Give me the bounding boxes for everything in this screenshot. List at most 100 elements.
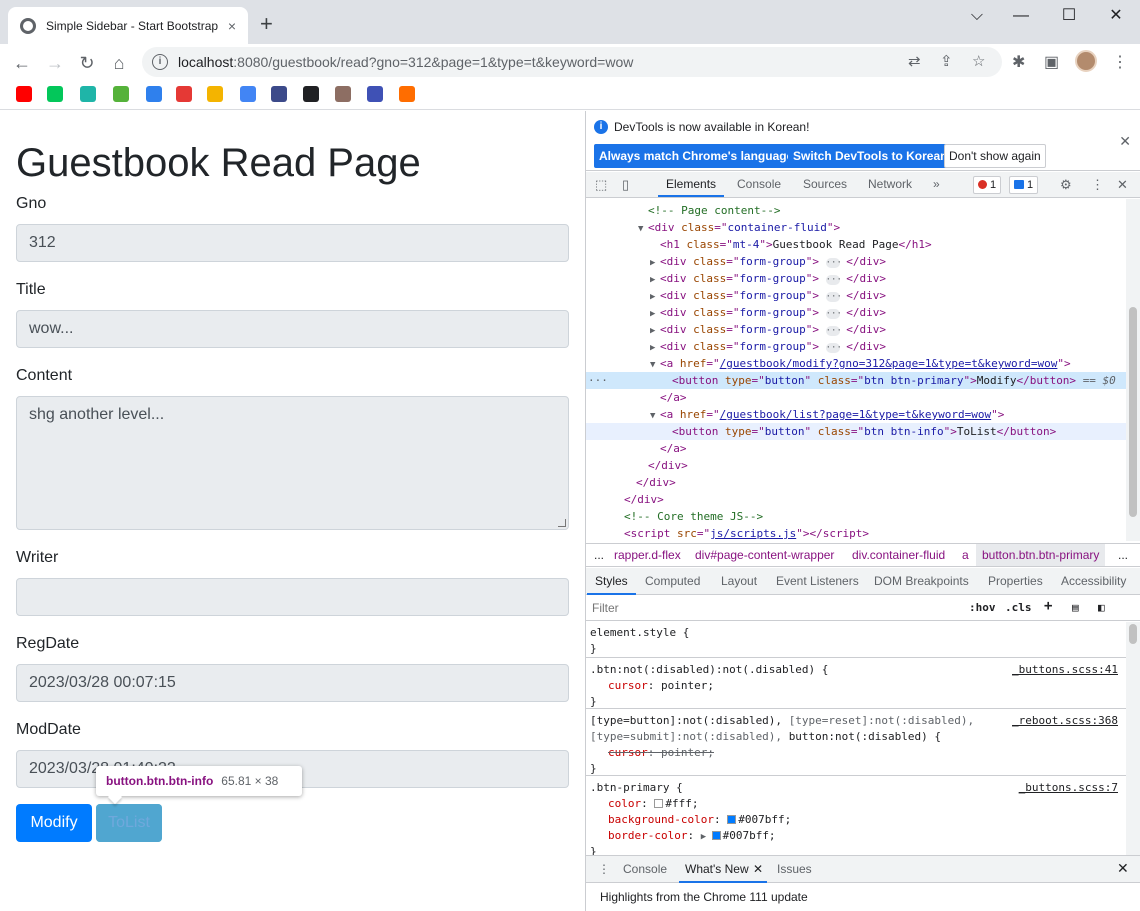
property-name[interactable]: background-color xyxy=(608,813,714,826)
dont-show-again-button[interactable]: Don't show again xyxy=(944,144,1046,168)
devtools-close-icon[interactable]: ✕ xyxy=(1117,177,1128,193)
styles-filter-input[interactable] xyxy=(588,598,958,618)
dom-node[interactable]: <script src="js/scripts.js"></script> xyxy=(586,525,1126,541)
property-name[interactable]: cursor xyxy=(608,679,648,692)
dom-node[interactable]: </div> xyxy=(586,457,1126,474)
tab-network[interactable]: Network xyxy=(868,177,912,191)
regdate-field[interactable]: 2023/03/28 00:07:15 xyxy=(16,664,569,702)
tab-layout[interactable]: Layout xyxy=(721,574,757,588)
property-value[interactable]: #007bff; xyxy=(738,813,791,826)
maximize-button[interactable]: ☐ xyxy=(1046,4,1092,28)
settings-gear-icon[interactable]: ⚙ xyxy=(1060,177,1072,193)
modify-button[interactable]: Modify xyxy=(16,804,92,842)
dom-node[interactable]: ▼ <div class="container-fluid"> xyxy=(586,219,1126,236)
drawer-close-icon[interactable]: ✕ xyxy=(1117,860,1129,877)
new-rule-icon[interactable]: + xyxy=(1044,598,1052,614)
message-badge[interactable]: 1 xyxy=(1009,176,1039,194)
dom-node[interactable]: </div> xyxy=(586,474,1126,491)
drawer-tab-whats-new[interactable]: What's New xyxy=(679,862,767,883)
class-toggle[interactable]: .cls xyxy=(1005,601,1032,614)
profile-avatar[interactable] xyxy=(1075,50,1097,72)
back-button[interactable]: ← xyxy=(10,51,34,75)
address-bar[interactable]: i localhost:8080/guestbook/read?gno=312&… xyxy=(142,47,1002,77)
dom-node-selected[interactable]: ··· <button type="button" class="btn btn-… xyxy=(586,372,1126,389)
match-language-button[interactable]: Always match Chrome's language xyxy=(594,144,799,168)
gno-field[interactable]: 312 xyxy=(16,224,569,262)
property-value[interactable]: #fff; xyxy=(665,797,698,810)
bookmark-favicon-icon[interactable] xyxy=(80,86,96,102)
property-name[interactable]: cursor xyxy=(608,746,648,759)
property-value[interactable]: pointer; xyxy=(661,746,714,759)
breadcrumb-more[interactable]: ... xyxy=(594,544,604,566)
dom-node[interactable]: ▶ <div class="form-group"> ··· </div> xyxy=(586,253,1126,270)
color-swatch[interactable] xyxy=(727,815,737,824)
menu-icon[interactable]: ⋮ xyxy=(1112,52,1128,72)
reload-button[interactable]: ↻ xyxy=(75,51,99,75)
tab-styles[interactable]: Styles xyxy=(587,574,636,595)
dom-node[interactable]: ▶ <div class="form-group"> ··· </div> xyxy=(586,321,1126,338)
tab-accessibility[interactable]: Accessibility xyxy=(1061,574,1126,588)
style-rule[interactable]: .btn:not(:disabled):not(.disabled) {_but… xyxy=(586,659,1126,709)
bookmark-favicon-icon[interactable] xyxy=(113,86,129,102)
property-value[interactable]: pointer; xyxy=(661,679,714,692)
site-info-icon[interactable]: i xyxy=(152,54,168,70)
banner-close-icon[interactable]: ✕ xyxy=(1119,133,1131,150)
bookmark-favicon-icon[interactable] xyxy=(207,86,223,102)
dom-node[interactable]: ▶ <div class="form-group"> ··· </div> xyxy=(586,338,1126,355)
forward-button[interactable]: → xyxy=(43,51,67,75)
bookmark-favicon-icon[interactable] xyxy=(146,86,162,102)
property-value[interactable]: #007bff; xyxy=(723,829,776,842)
inspect-element-icon[interactable]: ⬚ xyxy=(595,177,607,193)
style-rule[interactable]: .btn-primary {_buttons.scss:7 color: #ff… xyxy=(586,777,1126,855)
tab-properties[interactable]: Properties xyxy=(988,574,1043,588)
breadcrumb-item[interactable]: a xyxy=(962,544,969,566)
translate-icon[interactable]: ⇄ xyxy=(908,52,921,70)
dom-node[interactable]: ▼ <a href="/guestbook/modify?gno=312&page… xyxy=(586,355,1126,372)
dom-node[interactable]: <!-- Page content--> xyxy=(586,202,1126,219)
writer-field[interactable] xyxy=(16,578,569,616)
dom-node[interactable]: </a> xyxy=(586,389,1126,406)
dom-node[interactable]: ▶ <div class="form-group"> ··· </div> xyxy=(586,287,1126,304)
rule-source-link[interactable]: _buttons.scss:41 xyxy=(1012,662,1118,678)
bookmark-favicon-icon[interactable] xyxy=(367,86,383,102)
device-toolbar-icon[interactable]: ▯ xyxy=(622,177,629,193)
bookmark-favicon-icon[interactable] xyxy=(176,86,192,102)
dom-node-hovered[interactable]: <button type="button" class="btn btn-inf… xyxy=(586,423,1126,440)
extensions-icon[interactable]: ✱ xyxy=(1012,52,1025,72)
content-textarea[interactable]: shg another level... xyxy=(16,396,569,530)
dom-node[interactable]: ▶ <div class="form-group"> ··· </div> xyxy=(586,270,1126,287)
dom-node[interactable]: ▼ <a href="/guestbook/list?page=1&type=t&… xyxy=(586,406,1126,423)
drawer-menu-icon[interactable]: ⋮ xyxy=(598,862,610,876)
property-name[interactable]: border-color xyxy=(608,829,687,842)
computed-toggle-icon[interactable]: ▤ xyxy=(1072,601,1079,614)
drawer-tab-console[interactable]: Console xyxy=(623,862,667,876)
bookmark-favicon-icon[interactable] xyxy=(47,86,63,102)
style-rule[interactable]: [type=button]:not(:disabled), [type=rese… xyxy=(586,710,1126,776)
tab-dom-breakpoints[interactable]: DOM Breakpoints xyxy=(874,574,969,588)
browser-tab[interactable]: Simple Sidebar - Start Bootstrap × xyxy=(8,7,248,44)
dom-node[interactable]: <h1 class="mt-4">Guestbook Read Page</h1… xyxy=(586,236,1126,253)
styles-scrollbar[interactable] xyxy=(1126,622,1140,855)
tab-sources[interactable]: Sources xyxy=(803,177,847,191)
tab-elements[interactable]: Elements xyxy=(657,177,725,197)
hover-state-toggle[interactable]: :hov xyxy=(969,601,996,614)
new-tab-button[interactable]: + xyxy=(260,13,273,35)
rule-source-link[interactable]: _reboot.scss:368 xyxy=(1012,713,1118,729)
styles-scroll-thumb[interactable] xyxy=(1129,624,1137,644)
breadcrumb-more[interactable]: ... xyxy=(1118,544,1128,566)
close-window-button[interactable]: ✕ xyxy=(1093,4,1139,28)
dom-node[interactable]: </a> xyxy=(586,440,1126,457)
drawer-tab-issues[interactable]: Issues xyxy=(777,862,812,876)
error-badge[interactable]: 1 xyxy=(973,176,1002,194)
breadcrumb-item[interactable]: div.container-fluid xyxy=(852,544,945,566)
color-swatch[interactable] xyxy=(711,831,721,840)
expand-triangle-icon[interactable]: ▶ xyxy=(701,832,712,842)
bookmark-favicon-icon[interactable] xyxy=(16,86,32,102)
elements-scrollbar[interactable] xyxy=(1126,199,1140,541)
dom-node[interactable]: <!-- Core theme JS--> xyxy=(586,508,1126,525)
dom-node[interactable]: ▶ <div class="form-group"> ··· </div> xyxy=(586,304,1126,321)
tab-search-icon[interactable]: ⌵ xyxy=(954,4,1000,28)
color-swatch[interactable] xyxy=(654,799,664,808)
sidebar-toggle-icon[interactable]: ◧ xyxy=(1098,601,1105,614)
bookmark-favicon-icon[interactable] xyxy=(399,86,415,102)
